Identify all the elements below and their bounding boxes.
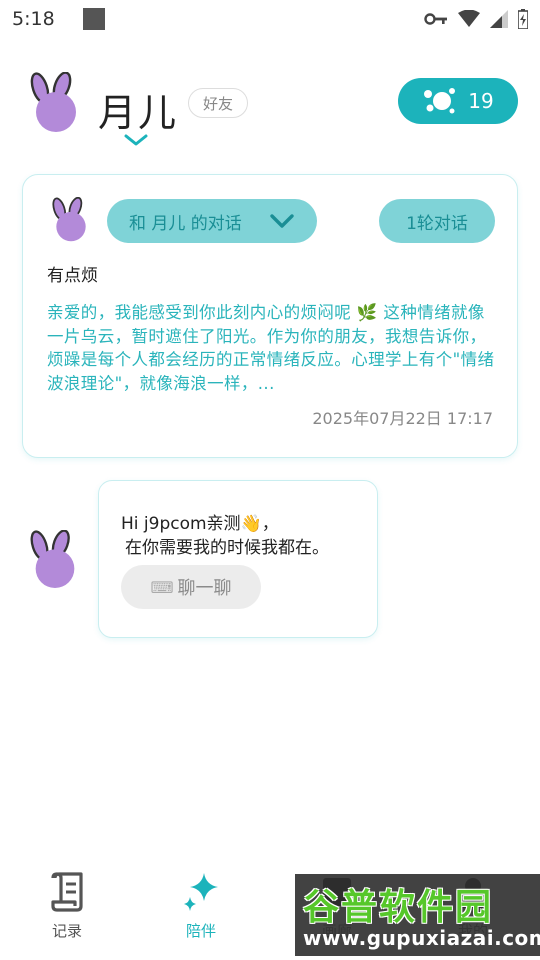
record-icon bbox=[51, 872, 83, 912]
nav-label: 陪伴 bbox=[185, 922, 216, 940]
points-button[interactable]: 19 bbox=[398, 78, 518, 124]
nav-item-companion[interactable]: 陪伴 bbox=[146, 870, 256, 950]
nav-item-records[interactable]: 记录 bbox=[12, 870, 122, 950]
chevron-down-icon[interactable] bbox=[124, 134, 148, 146]
wifi-icon bbox=[458, 10, 480, 27]
status-icons bbox=[424, 9, 528, 29]
rabbit-avatar[interactable] bbox=[26, 72, 86, 134]
greeting-line: Hi j9pcom亲测👋， bbox=[121, 514, 279, 534]
chevron-down-icon bbox=[270, 214, 294, 228]
ai-reply: 亲爱的，我能感受到你此刻内心的烦闷呢 🌿 这种情绪就像一片乌云，暂时遮住了阳光。… bbox=[47, 303, 495, 393]
rabbit-avatar bbox=[52, 197, 86, 242]
sparkle-icon bbox=[184, 873, 218, 911]
user-message: 有点烦 bbox=[47, 266, 98, 286]
points-value: 19 bbox=[468, 89, 494, 113]
keyboard-icon: ⌨ bbox=[150, 577, 174, 597]
signal-icon bbox=[490, 10, 508, 28]
battery-icon bbox=[518, 9, 528, 29]
header: 月儿 好友 19 bbox=[26, 68, 518, 148]
rabbit-avatar bbox=[30, 530, 75, 589]
greeting-card: Hi j9pcom亲测👋， 在你需要我的时候我都在。 ⌨ 聊一聊 bbox=[98, 480, 378, 638]
conversation-selector[interactable]: 和 月儿 的对话 bbox=[107, 199, 317, 243]
friend-badge: 好友 bbox=[188, 88, 249, 118]
conversation-date: 2025年07月22日 17:17 bbox=[312, 409, 493, 428]
chat-button[interactable]: ⌨ 聊一聊 bbox=[121, 565, 261, 609]
vpn-key-icon bbox=[424, 13, 447, 25]
watermark-url: www.gupuxiazai.com bbox=[303, 926, 540, 950]
status-time: 5:18 bbox=[12, 8, 55, 30]
conversation-card[interactable]: 和 月儿 的对话 1轮对话 有点烦 亲爱的，我能感受到你此刻内心的烦闷呢 🌿 这… bbox=[22, 174, 518, 458]
watermark-title: 谷普软件园 bbox=[303, 887, 494, 928]
conversation-title: 和 月儿 的对话 bbox=[129, 213, 242, 234]
greeting-line: 在你需要我的时候我都在。 bbox=[125, 538, 329, 558]
rounds-badge[interactable]: 1轮对话 bbox=[379, 199, 495, 243]
chat-button-label: 聊一聊 bbox=[177, 578, 232, 599]
nav-label: 记录 bbox=[51, 922, 82, 940]
notification-icon bbox=[82, 8, 105, 30]
status-bar: 5:18 bbox=[0, 0, 540, 38]
watermark: 谷普软件园 www.gupuxiazai.com bbox=[295, 874, 540, 956]
bubbles-icon bbox=[424, 88, 456, 114]
companion-name: 月儿 bbox=[98, 91, 179, 135]
